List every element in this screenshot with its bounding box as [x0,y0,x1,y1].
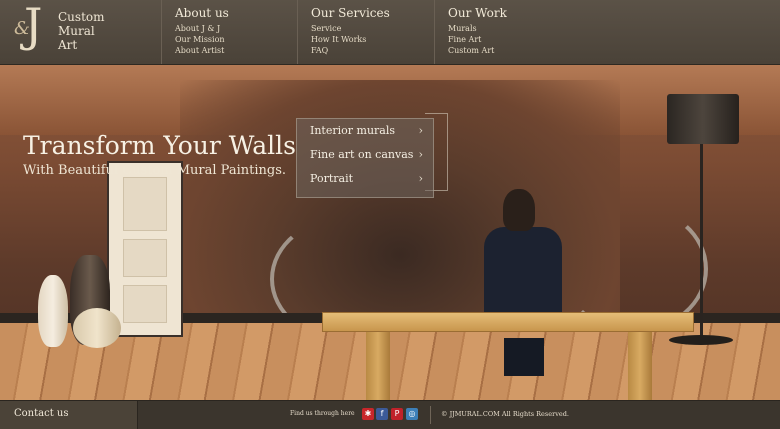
bench [322,312,694,332]
nav-link-custom-art[interactable]: Custom Art [448,45,780,56]
menu-item-label: Fine art on canvas [310,148,414,161]
door-panel [123,239,167,277]
footer-divider [430,406,431,424]
bench-leg [366,330,390,400]
door-panel [123,285,167,323]
person-legs [504,338,544,376]
chevron-right-icon: › [418,148,423,161]
menu-item-interior-murals[interactable]: Interior murals › [310,124,433,144]
bench-leg [628,330,652,400]
nav-link-about-jj[interactable]: About J & J [175,23,297,34]
facebook-icon[interactable]: f [376,408,388,420]
logo-monogram: J [24,0,43,52]
nav-work: Our Work Murals Fine Art Custom Art [434,0,780,64]
site-footer: Contact us Find us through here ✱ f P ◎ … [0,400,780,429]
lamp-shade [667,94,739,144]
hero-title: Transform Your Walls [23,131,296,160]
nav-link-service[interactable]: Service [311,23,434,34]
person-figure [484,227,562,323]
menu-item-label: Interior murals [310,124,396,137]
nav-link-about-artist[interactable]: About Artist [175,45,297,56]
services-menu: Interior murals › Fine art on canvas › P… [296,118,434,198]
logo-text: Custom Mural Art [58,10,105,52]
chevron-right-icon: › [418,124,423,137]
nav-link-faq[interactable]: FAQ [311,45,434,56]
menu-item-label: Portrait [310,172,354,185]
nav-heading-services[interactable]: Our Services [311,6,434,20]
contact-us-label: Contact us [14,408,69,419]
door-prop [107,161,183,337]
nav-services: Our Services Service How It Works FAQ [297,0,434,64]
white-vase [38,275,68,347]
nav-link-fine-art[interactable]: Fine Art [448,34,780,45]
menu-item-portrait[interactable]: Portrait › [310,172,433,192]
nav-link-how-it-works[interactable]: How It Works [311,34,434,45]
contact-us-button[interactable]: Contact us [0,401,138,429]
door-panel [123,177,167,231]
yelp-icon[interactable]: ✱ [362,408,374,420]
logo-line: Art [58,38,78,52]
lamp-base [669,335,733,345]
nav-about: About us About J & J Our Mission About A… [161,0,297,64]
logo[interactable]: & J Custom Mural Art [0,0,160,64]
logo-line: Custom [58,10,105,24]
nav-heading-work[interactable]: Our Work [448,6,780,20]
chevron-right-icon: › [418,172,423,185]
find-us-text: Find us through here [290,410,355,417]
pinterest-icon[interactable]: P [391,408,403,420]
hero-scene: Transform Your Walls With Beautiful Cust… [0,65,780,400]
lamp-pole [700,144,703,338]
menu-item-fine-art-canvas[interactable]: Fine art on canvas › [310,148,433,168]
instagram-icon[interactable]: ◎ [406,408,418,420]
person-head [503,189,535,231]
nav-link-our-mission[interactable]: Our Mission [175,34,297,45]
site-header: & J Custom Mural Art About us About J & … [0,0,780,65]
nav-heading-about[interactable]: About us [175,6,297,20]
hero-subtitle: With Beautiful Custom Mural Paintings. [23,163,287,178]
copyright-text: © JJMURAL.COM All Rights Reserved. [441,410,569,418]
logo-line: Mural [58,24,95,38]
round-vase [73,308,121,348]
nav-link-murals[interactable]: Murals [448,23,780,34]
